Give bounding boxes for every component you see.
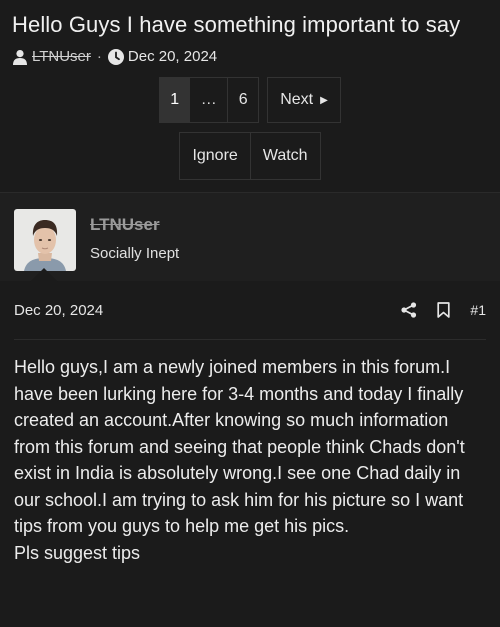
thread-starter-link[interactable]: LTNUser [32,48,91,65]
thread-actions: Ignore Watch [12,132,488,180]
ignore-button[interactable]: Ignore [180,133,249,179]
user-icon [12,49,28,65]
page-links: 1 … 6 [159,77,260,123]
post-paragraph: Hello guys,I am a newly joined members i… [14,357,465,536]
thread-title: Hello Guys I have something important to… [12,12,461,37]
author-info: LTNUser Socially Inept [90,209,179,262]
clock-icon [107,48,124,65]
meta-separator: · [96,48,102,65]
page-6-button[interactable]: 6 [228,78,258,122]
post-meta: Dec 20, 2024 #1 [14,281,486,340]
next-page-button[interactable]: Next ▶ [267,77,341,123]
post-date[interactable]: Dec 20, 2024 [14,302,103,319]
thread-date[interactable]: Dec 20, 2024 [128,48,217,65]
pagination: 1 … 6 Next ▶ [12,77,488,123]
share-icon[interactable] [401,302,417,318]
watch-button[interactable]: Watch [249,133,320,179]
page-jump-button[interactable]: … [190,78,229,122]
bookmark-icon[interactable] [437,302,451,318]
post-tools: #1 [401,302,486,318]
post-paragraph: Pls suggest tips [14,542,141,563]
user-title: Socially Inept [90,245,180,262]
page-1-button[interactable]: 1 [160,78,191,122]
avatar[interactable] [14,209,76,271]
thread-header: Hello Guys I have something important to… [0,0,500,192]
next-label: Next [280,91,314,108]
thread-action-group: Ignore Watch [179,132,321,180]
post-content: Hello guys,I am a newly joined members i… [14,340,486,566]
post: LTNUser Socially Inept Dec 20, 2024 #1 H… [0,192,500,566]
caret-right-icon: ▶ [320,94,328,106]
thread-meta: LTNUser · Dec 20, 2024 [12,48,488,65]
post-author: LTNUser Socially Inept [0,193,500,282]
post-number-link[interactable]: #1 [470,302,486,318]
post-author-name[interactable]: LTNUser [90,215,179,235]
post-body: Dec 20, 2024 #1 Hello guys,I am a newly … [0,281,500,566]
message-pointer [30,268,58,282]
